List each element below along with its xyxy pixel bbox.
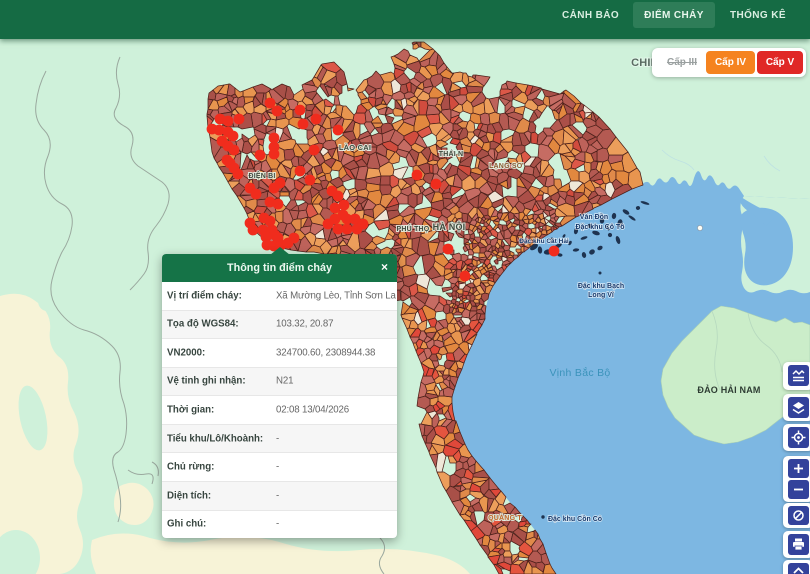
svg-text:Đặc khu Cồn Cỏ: Đặc khu Cồn Cỏ	[548, 514, 602, 523]
svg-text:Long Vĩ: Long Vĩ	[588, 292, 615, 299]
svg-text:Đặc khu Cô Tô: Đặc khu Cô Tô	[575, 224, 624, 231]
svg-text:Vịnh Bắc Bộ: Vịnh Bắc Bộ	[549, 366, 610, 379]
svg-text:Đặc khu Cát Hải: Đặc khu Cát Hải	[519, 238, 569, 245]
svg-text:LÀO CAI: LÀO CAI	[339, 143, 371, 152]
svg-text:Đặc khu Bạch: Đặc khu Bạch	[578, 283, 624, 290]
svg-text:QUẢNG T: QUẢNG T	[488, 513, 522, 522]
svg-text:Văn Đồn: Văn Đồn	[580, 212, 608, 221]
svg-text:HÀ NỘI: HÀ NỘI	[433, 221, 466, 232]
svg-text:ĐIỆN BI: ĐIỆN BI	[248, 171, 275, 180]
svg-text:LẠNG SƠ: LẠNG SƠ	[489, 163, 523, 170]
svg-text:THÁI N: THÁI N	[439, 149, 464, 158]
svg-text:PHÚ THỌ: PHÚ THỌ	[397, 224, 430, 233]
svg-text:ĐẢO HẢI NAM: ĐẢO HẢI NAM	[697, 384, 760, 395]
